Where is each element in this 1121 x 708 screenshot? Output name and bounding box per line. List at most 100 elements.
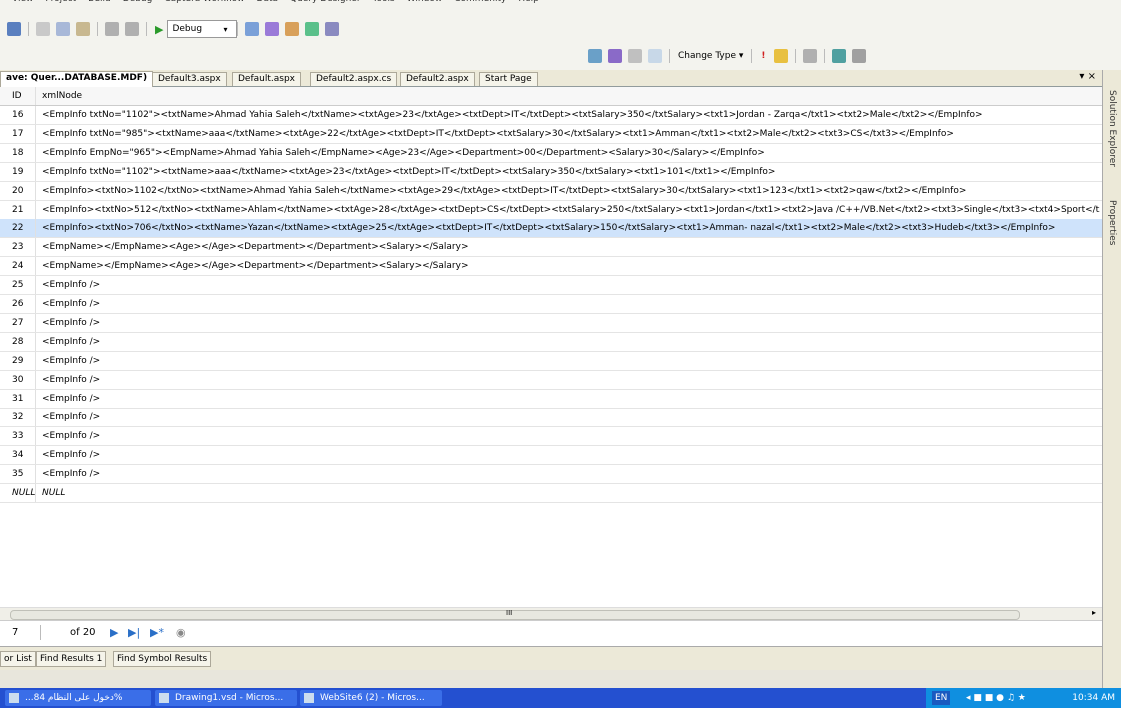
stop-icon[interactable]: ◉ <box>176 625 186 640</box>
menu-item[interactable]: Captura Workflow <box>164 0 244 4</box>
cell-xmlnode[interactable]: <EmpInfo /> <box>42 371 1100 389</box>
undo-icon[interactable] <box>105 22 119 36</box>
record-number-field[interactable]: 7 <box>7 625 41 640</box>
cell-xmlnode[interactable]: <EmpInfo txtNo="1102"><txtName>Ahmad Yah… <box>42 106 1100 124</box>
table-row[interactable]: NULL NULL <box>0 484 1102 503</box>
cell-xmlnode[interactable]: <EmpName></EmpName><Age></Age><Departmen… <box>42 257 1100 275</box>
document-tab[interactable]: Default3.aspx <box>152 72 227 86</box>
cell-id[interactable]: 33 <box>0 427 36 446</box>
table-row[interactable]: 17 <EmpInfo txtNo="985"><txtName>aaa</txt… <box>0 124 1102 144</box>
menu-item[interactable]: Project <box>45 0 76 4</box>
menu-item[interactable]: Community <box>454 0 506 4</box>
table-row[interactable]: 29 <EmpInfo /> <box>0 351 1102 371</box>
table-row[interactable]: 32 <EmpInfo /> <box>0 408 1102 428</box>
table-row[interactable]: 31 <EmpInfo /> <box>0 389 1102 409</box>
cell-id[interactable]: 24 <box>0 257 36 276</box>
cell-id[interactable]: 18 <box>0 143 36 162</box>
cell-xmlnode[interactable]: <EmpInfo /> <box>42 446 1100 464</box>
cell-xmlnode[interactable]: <EmpInfo txtNo="985"><txtName>aaa</txtNa… <box>42 125 1100 143</box>
menu-item[interactable]: Build <box>88 0 111 4</box>
document-tab[interactable]: ave: Quer...DATABASE.MDF) <box>0 71 154 87</box>
diagram-pane-icon[interactable] <box>588 49 602 63</box>
find-icon[interactable] <box>245 22 260 36</box>
cell-xmlnode[interactable]: <EmpInfo /> <box>42 295 1100 313</box>
menu-item[interactable]: Query Designer <box>290 0 361 4</box>
cell-id[interactable]: 35 <box>0 465 36 484</box>
table-row[interactable]: 21 <EmpInfo><txtNo>512</txtNo><txtName>Ah… <box>0 200 1102 220</box>
document-tab[interactable]: Default.aspx <box>232 72 301 86</box>
cell-id[interactable]: 17 <box>0 124 36 143</box>
tray-icons[interactable]: ◂ ■ ■ ● ♫ ★ <box>966 688 1026 708</box>
start-debugging-icon[interactable]: ▶ <box>155 23 163 36</box>
cell-id[interactable]: 27 <box>0 313 36 332</box>
execute-sql-icon[interactable]: ! <box>761 51 765 61</box>
cell-id[interactable]: 28 <box>0 332 36 351</box>
cell-id[interactable]: 31 <box>0 389 36 408</box>
cell-xmlnode[interactable]: <EmpInfo /> <box>42 333 1100 351</box>
cell-id[interactable]: 19 <box>0 162 36 181</box>
cell-xmlnode[interactable]: <EmpInfo /> <box>42 276 1100 294</box>
table-row[interactable]: 26 <EmpInfo /> <box>0 295 1102 314</box>
redo-icon[interactable] <box>125 22 139 36</box>
cell-xmlnode[interactable]: <EmpInfo /> <box>42 352 1100 370</box>
cell-xmlnode[interactable]: <EmpInfo EmpNo="965"><EmpName>Ahmad Yahi… <box>42 144 1100 162</box>
group-by-icon[interactable] <box>802 49 817 63</box>
horizontal-scrollbar[interactable]: III ▸ <box>0 607 1102 620</box>
copy-icon[interactable] <box>56 22 70 36</box>
cell-xmlnode[interactable]: <EmpInfo /> <box>42 408 1100 426</box>
table-row[interactable]: 30 <EmpInfo /> <box>0 370 1102 390</box>
tools-icon[interactable] <box>285 22 300 36</box>
criteria-pane-icon[interactable] <box>608 49 622 63</box>
last-record-icon[interactable]: ▶| <box>128 625 140 640</box>
next-record-icon[interactable]: ▶ <box>110 625 118 640</box>
cell-xmlnode[interactable]: <EmpInfo txtNo="1102"><txtName>aaa</txtN… <box>42 163 1100 181</box>
menu-item[interactable]: Help <box>518 0 539 4</box>
cell-xmlnode[interactable]: <EmpInfo /> <box>42 390 1100 408</box>
cell-id[interactable]: 29 <box>0 351 36 370</box>
add-derived-table-icon[interactable] <box>851 49 866 63</box>
table-row[interactable]: 25 <EmpInfo /> <box>0 276 1102 296</box>
cell-xmlnode[interactable]: NULL <box>42 484 1100 502</box>
menu-item[interactable]: View <box>12 0 33 4</box>
cut-icon[interactable] <box>36 22 50 36</box>
paste-icon[interactable] <box>76 22 90 36</box>
add-table-icon[interactable] <box>831 49 846 63</box>
cell-xmlnode[interactable]: <EmpInfo /> <box>42 314 1100 332</box>
cell-id[interactable]: 16 <box>0 106 36 124</box>
cell-xmlnode[interactable]: <EmpInfo><txtNo>1102</txtNo><txtName>Ahm… <box>42 182 1100 200</box>
table-row[interactable]: 20 <EmpInfo><txtNo>1102</txtNo><txtName>A… <box>0 181 1102 201</box>
column-header-xmlnode[interactable]: xmlNode <box>42 87 1100 105</box>
cell-id[interactable]: 32 <box>0 408 36 427</box>
table-row[interactable]: 16 <EmpInfo txtNo="1102"><txtName>Ahmad Y… <box>0 106 1102 125</box>
bottom-tab[interactable]: Find Symbol Results <box>113 651 212 667</box>
scrollbar-thumb[interactable]: III <box>10 609 1020 620</box>
document-tab[interactable]: Default2.aspx.cs <box>310 72 398 86</box>
table-row[interactable]: 18 <EmpInfo EmpNo="965"><EmpName>Ahmad Ya… <box>0 143 1102 163</box>
verify-sql-icon[interactable] <box>773 49 788 63</box>
chevron-down-icon[interactable]: ▾ <box>223 25 227 34</box>
cell-id[interactable]: 25 <box>0 276 36 295</box>
cell-id[interactable]: 30 <box>0 370 36 389</box>
table-row[interactable]: 33 <EmpInfo /> <box>0 427 1102 447</box>
table-row[interactable]: 22 <EmpInfo><txtNo>706</txtNo><txtName>Ya… <box>0 219 1102 239</box>
cell-id[interactable]: 26 <box>0 295 36 313</box>
save-all-icon[interactable] <box>7 22 21 36</box>
cell-id[interactable]: 22 <box>0 219 36 238</box>
document-tab[interactable]: Start Page <box>479 72 538 86</box>
taskbar-button[interactable]: Drawing1.vsd - Micros... <box>155 690 297 706</box>
window-icon[interactable] <box>325 22 340 36</box>
table-row[interactable]: 27 <EmpInfo /> <box>0 313 1102 333</box>
properties-icon[interactable] <box>265 22 280 36</box>
toolbox-icon[interactable] <box>305 22 320 36</box>
table-row[interactable]: 35 <EmpInfo /> <box>0 465 1102 485</box>
menu-item[interactable]: Window <box>407 0 443 4</box>
new-record-icon[interactable]: ▶* <box>150 625 164 640</box>
solution-explorer-tab[interactable]: Solution Explorer <box>1107 90 1117 167</box>
cell-id[interactable]: NULL <box>0 484 36 502</box>
cell-xmlnode[interactable]: <EmpInfo /> <box>42 427 1100 445</box>
language-indicator[interactable]: EN <box>932 691 951 705</box>
menu-item[interactable]: Debug <box>123 0 153 4</box>
taskbar-button[interactable]: ...دخول على النظام 84% <box>5 690 151 706</box>
scroll-right-arrow-icon[interactable]: ▸ <box>1092 608 1096 617</box>
results-pane-icon[interactable] <box>648 49 662 63</box>
